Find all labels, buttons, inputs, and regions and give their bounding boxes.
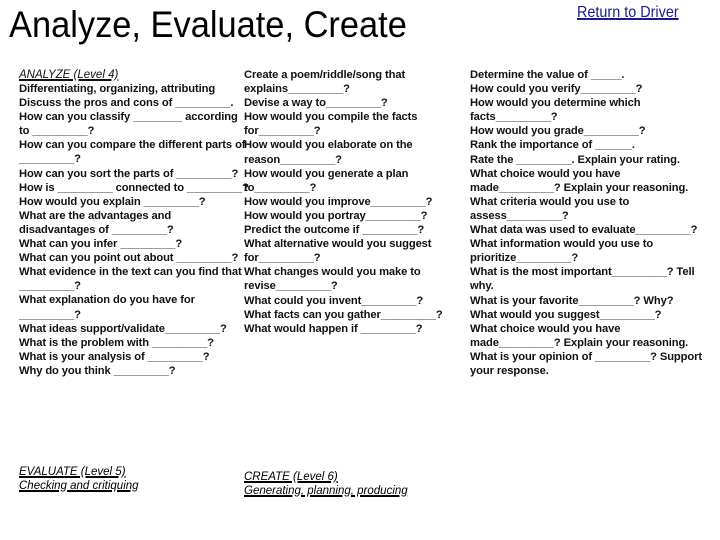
create-item: What changes would you make to revise___…: [244, 266, 421, 293]
evaluate-item: What is the most important_________? Tel…: [470, 266, 695, 293]
create-level-subtitle: Generating, planning, producing: [244, 485, 408, 497]
analyze-item: Differentiating, organizing, attributing: [19, 83, 216, 95]
analyze-item: What ideas support/validate_________?: [19, 322, 227, 335]
create-item: What could you invent_________?: [244, 294, 424, 307]
evaluate-level-heading: EVALUATE (Level 5) Checking and critiqui…: [19, 465, 139, 493]
evaluate-item: How would you determine which facts_____…: [470, 97, 641, 124]
analyze-item: What can you point out about _________?: [19, 252, 239, 265]
evaluate-item: What information would you use to priori…: [470, 238, 654, 265]
evaluate-item: What choice would you have made_________…: [470, 322, 689, 349]
analyze-item: What explanation do you have for _______…: [19, 294, 195, 321]
analyze-heading: ANALYZE (Level 4): [19, 69, 119, 81]
evaluate-item: How would you grade_________?: [470, 125, 646, 138]
create-item: How would you portray_________?: [244, 209, 428, 222]
analyze-item: How is _________ connected to _________?: [19, 181, 249, 194]
create-item: How would you generate a plan to________…: [244, 167, 409, 194]
create-item: Create a poem/riddle/song that explains_…: [244, 69, 406, 96]
evaluate-level-subtitle: Checking and critiquing: [19, 480, 139, 492]
analyze-item: How can you classify ________ according …: [19, 111, 238, 138]
analyze-item: What are the advantages and disadvantage…: [19, 209, 174, 236]
page-title: Analyze, Evaluate, Create: [9, 4, 407, 45]
evaluate-item: Determine the value of _____.: [470, 69, 625, 81]
create-item: Predict the outcome if _________?: [244, 224, 425, 237]
evaluate-item: Rank the importance of ______.: [470, 139, 635, 152]
evaluate-item: What would you suggest_________?: [470, 308, 662, 321]
evaluate-item: What choice would you have made_________…: [470, 167, 689, 194]
evaluate-item: How could you verify_________?: [470, 83, 643, 96]
analyze-item: How can you sort the parts of _________?: [19, 167, 239, 180]
create-level-heading: CREATE (Level 6) Generating, planning, p…: [244, 470, 408, 498]
evaluate-item: Rate the _________. Explain your rating.: [470, 153, 680, 166]
evaluate-column: Determine the value of _____. How could …: [470, 68, 710, 378]
create-item: What facts can you gather_________?: [244, 308, 443, 321]
evaluate-item: What is your opinion of _________? Suppo…: [470, 350, 703, 377]
evaluate-item: What criteria would you use to assess___…: [470, 195, 630, 222]
create-item: How would you elaborate on the reason___…: [244, 139, 413, 166]
create-item: Devise a way to_________?: [244, 97, 388, 110]
return-to-driver-link[interactable]: Return to Driver: [577, 4, 679, 22]
create-item: What alternative would you suggest for__…: [244, 238, 432, 265]
create-item: How would you improve_________?: [244, 195, 433, 208]
analyze-item: What can you infer _________?: [19, 238, 183, 251]
evaluate-item: What is your favorite_________? Why?: [470, 294, 674, 307]
analyze-item: What is the problem with _________?: [19, 336, 214, 349]
analyze-item: Why do you think _________?: [19, 364, 176, 377]
create-level-title: CREATE (Level 6): [244, 471, 338, 483]
analyze-item: What is your analysis of _________?: [19, 350, 210, 363]
analyze-item: How can you compare the different parts …: [19, 139, 246, 166]
analyze-item: What evidence in the text can you find t…: [19, 266, 242, 293]
create-item: How would you compile the facts for_____…: [244, 111, 418, 138]
analyze-column: ANALYZE (Level 4) Differentiating, organ…: [19, 68, 249, 378]
evaluate-level-title: EVALUATE (Level 5): [19, 466, 126, 478]
evaluate-item: What data was used to evaluate_________?: [470, 224, 698, 237]
analyze-item: How would you explain _________?: [19, 195, 206, 208]
analyze-item: Discuss the pros and cons of _________.: [19, 97, 234, 110]
create-item: What would happen if _________?: [244, 322, 423, 335]
create-column: Create a poem/riddle/song that explains_…: [244, 68, 459, 336]
